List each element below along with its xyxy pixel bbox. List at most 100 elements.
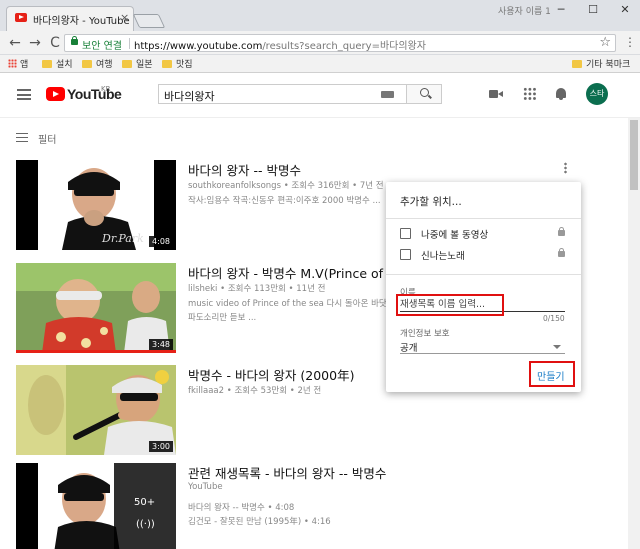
bookmark-label: 일본 [136, 60, 153, 70]
page-scrollbar[interactable] [628, 118, 640, 549]
description-line: music video of Prince of the sea 다시 돌아온 … [188, 299, 395, 309]
window-close-button[interactable]: ✕ [610, 0, 640, 20]
name-field-label: 이름 [400, 288, 416, 298]
video-duration: 4:08 [149, 236, 173, 247]
video-duration: 3:00 [149, 441, 173, 452]
apps-icon [8, 59, 17, 68]
bookmark-folder-food[interactable]: 맛집 [162, 57, 193, 70]
bookmark-star-icon[interactable]: ☆ [599, 35, 611, 50]
video-thumbnail[interactable]: 3:00 [16, 365, 176, 455]
avatar[interactable]: 스타 [586, 83, 608, 105]
maximize-button[interactable]: ☐ [578, 0, 608, 20]
video-thumbnail[interactable]: 3:48 [16, 263, 176, 353]
playlist-item-line[interactable]: 바다의 왕자 -- 박명수 • 4:08 [188, 501, 331, 515]
bookmark-folder-other[interactable]: 기타 북마크 [572, 57, 630, 70]
youtube-logo-icon[interactable] [46, 87, 65, 101]
omnibox-divider [129, 38, 130, 49]
playlist-title[interactable]: 관련 재생목록 - 바다의 왕자 -- 박명수 [188, 463, 386, 482]
create-playlist-button[interactable]: 만들기 [537, 368, 565, 383]
window-user-name: 사용자 이름 1 [498, 7, 551, 17]
hamburger-menu-icon[interactable] [17, 89, 31, 100]
youtube-header: YouTube KR 바다의왕자 스타 [0, 73, 640, 118]
omnibox[interactable]: 보안 연결 https://www.youtube.com/results?se… [64, 34, 616, 52]
url-path: /results?search_query=바다의왕자 [262, 41, 426, 52]
playlist-option-watch-later[interactable]: 나중에 볼 동영상 [400, 226, 570, 242]
video-description: music video of Prince of the sea 다시 돌아온 … [188, 297, 395, 325]
privacy-selected-value: 공개 [400, 343, 418, 354]
video-title[interactable]: 바다의 왕자 -- 박명수 [188, 160, 301, 179]
playlist-option-label: 나중에 볼 동영상 [421, 230, 489, 241]
character-counter: 0/150 [543, 314, 565, 323]
divider [386, 218, 581, 219]
description-line: 작사:임용수 작곡:신동우 편곡:이주호 2000 박명수 ... [188, 196, 381, 206]
search-query-text: 바다의왕자 [164, 90, 215, 103]
folder-icon [82, 60, 92, 68]
thumbnail-signature: Dr.Park [101, 232, 144, 245]
reload-button[interactable]: C [46, 34, 64, 52]
add-to-playlist-dialog: 추가할 위치... 나중에 볼 동영상 신나는노래 이름 0/150 개인정보 … [386, 182, 581, 392]
browser-menu-icon[interactable]: ⋮ [624, 35, 636, 49]
playlist-name-input[interactable] [400, 298, 565, 312]
folder-icon [572, 60, 582, 68]
scrollbar-thumb[interactable] [630, 120, 638, 190]
divider [386, 274, 581, 275]
video-thumbnail[interactable]: Dr.Park 4:08 [16, 160, 176, 250]
video-duration: 3:48 [149, 339, 173, 350]
bookmark-folder-japan[interactable]: 일본 [122, 57, 153, 70]
bookmark-label: 설치 [56, 60, 73, 70]
checkbox[interactable] [400, 228, 411, 239]
playlist-description: 바다의 왕자 -- 박명수 • 4:08 김건모 - 잘못된 만남 (1995年… [188, 501, 331, 529]
video-title[interactable]: 바다의 왕자 - 박명수 M.V(Prince of the [188, 263, 408, 282]
privacy-field-label: 개인정보 보호 [400, 329, 450, 339]
minimize-button[interactable]: ─ [546, 0, 576, 20]
back-button[interactable]: ← [6, 34, 24, 52]
privacy-dropdown[interactable]: 공개 [400, 340, 565, 354]
more-actions-icon[interactable] [564, 162, 567, 174]
playlist-item-line[interactable]: 김건모 - 잘못된 만남 (1995年) • 4:16 [188, 515, 331, 529]
forward-button[interactable]: → [26, 34, 44, 52]
video-meta: fkillaaa2 • 조회수 53만회 • 2년 전 [188, 386, 322, 396]
playlist-count: 50+ [134, 497, 155, 508]
apps-grid-icon[interactable] [523, 87, 537, 101]
lock-icon [71, 36, 78, 45]
keyboard-icon[interactable] [381, 91, 394, 98]
playlist-option-label: 신나는노래 [421, 251, 465, 262]
url-domain: https://www.youtube.com [134, 41, 263, 52]
search-icon [420, 88, 429, 97]
chevron-down-icon [553, 345, 561, 349]
upload-video-camera-icon[interactable] [489, 87, 503, 101]
youtube-wordmark[interactable]: YouTube [67, 86, 122, 102]
video-title[interactable]: 박명수 - 바다의 왕자 (2000年) [188, 365, 354, 384]
url-text[interactable]: https://www.youtube.com/results?search_q… [134, 37, 426, 52]
description-line: 파도소리만 듣보 ... [188, 313, 257, 323]
folder-icon [162, 60, 172, 68]
video-description: 작사:임용수 작곡:신동우 편곡:이주호 2000 박명수 ... [188, 194, 381, 208]
playlist-meta: YouTube [188, 482, 223, 492]
tab-title: 바다의왕자 - YouTube [33, 16, 130, 27]
bookmark-apps[interactable]: 앱 [8, 57, 28, 70]
notifications-bell-icon[interactable] [554, 87, 568, 101]
playlist-thumbnail[interactable]: 50+ ((·)) [16, 463, 176, 549]
bookmark-label: 앱 [20, 60, 29, 70]
watched-progress-bar [16, 350, 176, 353]
tab-close-icon[interactable]: × [120, 11, 129, 24]
svg-text:((·)): ((·)) [136, 519, 155, 530]
dialog-title: 추가할 위치... [400, 196, 462, 208]
thumbnail-image: 50+ ((·)) [16, 463, 176, 549]
search-button[interactable] [406, 84, 442, 104]
address-bar-row: ← → C 보안 연결 https://www.youtube.com/resu… [0, 31, 640, 55]
folder-icon [122, 60, 132, 68]
secure-connection-label: 보안 연결 [82, 41, 122, 52]
search-input[interactable]: 바다의왕자 [158, 84, 406, 104]
checkbox[interactable] [400, 249, 411, 260]
bookmark-folder-travel[interactable]: 여행 [82, 57, 113, 70]
bookmark-label: 맛집 [176, 60, 193, 70]
browser-tab[interactable]: 바다의왕자 - YouTube × [6, 6, 134, 31]
new-tab-button[interactable] [132, 14, 166, 28]
private-lock-icon [558, 248, 565, 257]
playlist-option-exciting-songs[interactable]: 신나는노래 [400, 247, 570, 263]
playlist-result[interactable]: 50+ ((·)) 관련 재생목록 - 바다의 왕자 -- 박명수 YouTub… [16, 463, 616, 549]
bookmark-folder-install[interactable]: 설치 [42, 57, 73, 70]
bookmark-label: 기타 북마크 [586, 60, 631, 70]
filter-label: 필터 [38, 135, 57, 146]
